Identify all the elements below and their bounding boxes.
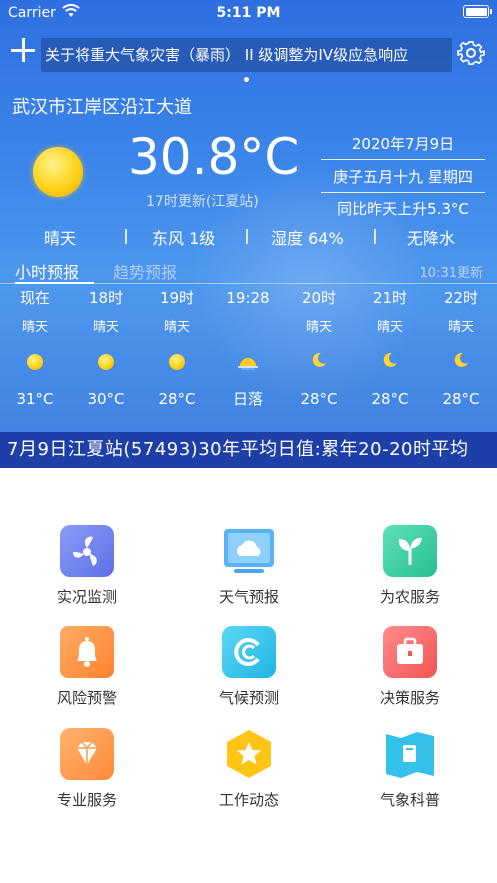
menu-item-risk-warning[interactable]: 风险预警 bbox=[27, 626, 147, 708]
lunar-date: 庚子五月十九 星期四 bbox=[321, 160, 485, 193]
hour-time: 20时 bbox=[301, 289, 337, 307]
hour-weather: 晴天 bbox=[21, 320, 48, 335]
weather-header: Carrier 5:11 PM 关于将重大气象灾害（暴雨） II 级调整为IV级… bbox=[0, 0, 497, 468]
menu-label: 工作动态 bbox=[218, 791, 279, 809]
sprout-icon bbox=[383, 525, 437, 577]
menu-label: 实况监测 bbox=[56, 588, 117, 606]
add-city-button[interactable] bbox=[11, 38, 35, 62]
hour-weather: 晴天 bbox=[163, 320, 190, 335]
sunset-icon bbox=[238, 358, 258, 370]
battery-icon bbox=[463, 5, 492, 18]
hour-temp: 日落 bbox=[232, 390, 263, 408]
hourly-item: 现在 晴天 31°C bbox=[5, 288, 65, 410]
moon-icon bbox=[454, 352, 468, 367]
hour-temp: 28°C bbox=[371, 390, 409, 408]
divider bbox=[246, 229, 248, 244]
hourly-item: 21时 晴天 28°C bbox=[360, 288, 420, 410]
condition-precipitation: 无降水 bbox=[407, 229, 456, 248]
moon-icon bbox=[312, 352, 326, 367]
hour-temp: 28°C bbox=[158, 390, 196, 408]
hour-weather: 晴天 bbox=[305, 320, 332, 335]
menu-item-monitoring[interactable]: 实况监测 bbox=[27, 525, 147, 607]
forecast-tabs: 小时预报 趋势预报 10:31更新 bbox=[0, 257, 497, 285]
divider bbox=[125, 229, 127, 244]
current-temperature: 30.8°C bbox=[128, 128, 300, 186]
hourly-item: 19:28 日落 bbox=[218, 288, 278, 410]
briefcase-icon bbox=[383, 626, 437, 678]
monitor-fan-icon bbox=[60, 525, 114, 577]
menu-label: 决策服务 bbox=[379, 689, 440, 707]
menu-item-science[interactable]: 气象科普 bbox=[350, 728, 470, 810]
tab-trend[interactable]: 趋势预报 bbox=[113, 259, 177, 283]
hour-time: 19时 bbox=[159, 289, 195, 307]
hour-time: 21时 bbox=[372, 289, 408, 307]
menu-label: 专业服务 bbox=[56, 791, 117, 809]
divider bbox=[374, 229, 376, 244]
hour-weather bbox=[218, 314, 278, 336]
climate-ticker[interactable]: 7月9日江夏站(57493)30年平均日值:累年20-20时平均 bbox=[0, 432, 497, 468]
solar-date: 2020年7月9日 bbox=[321, 131, 485, 160]
menu-item-professional[interactable]: 专业服务 bbox=[27, 728, 147, 810]
menu-item-climate[interactable]: 气候预测 bbox=[189, 626, 309, 708]
menu-item-decision[interactable]: 决策服务 bbox=[350, 626, 470, 708]
date-panel: 2020年7月9日 庚子五月十九 星期四 同比昨天上升5.3°C bbox=[321, 131, 485, 221]
tab-hourly[interactable]: 小时预报 bbox=[15, 259, 79, 283]
menu-item-work-news[interactable]: 工作动态 bbox=[189, 728, 309, 810]
menu-label: 为农服务 bbox=[379, 588, 440, 606]
weather-screen-icon bbox=[222, 525, 276, 577]
hour-weather: 晴天 bbox=[376, 320, 403, 335]
divider bbox=[0, 283, 497, 284]
hourly-item: 22时 晴天 28°C bbox=[431, 288, 491, 410]
climate-c-icon bbox=[222, 626, 276, 678]
condition-wind: 东风 1级 bbox=[152, 229, 216, 248]
sun-icon bbox=[169, 354, 185, 370]
hourly-item: 20时 晴天 28°C bbox=[289, 288, 349, 410]
settings-gear-icon[interactable] bbox=[457, 39, 485, 67]
hour-weather: 晴天 bbox=[92, 320, 119, 335]
service-menu-grid: 实况监测 天气预报 为农服务 风险预警 气候预测 决策服务 专业服务 工作动态 … bbox=[0, 468, 497, 883]
hour-temp: 28°C bbox=[300, 390, 338, 408]
menu-label: 气象科普 bbox=[379, 791, 440, 809]
moon-icon bbox=[383, 352, 397, 367]
book-map-icon bbox=[383, 728, 437, 780]
forecast-update-time: 10:31更新 bbox=[419, 266, 483, 281]
hour-time: 18时 bbox=[88, 289, 124, 307]
hour-time: 现在 bbox=[19, 289, 50, 307]
sun-icon bbox=[98, 354, 114, 370]
update-time: 17时更新(江夏站) bbox=[146, 194, 259, 210]
alert-notice-banner[interactable]: 关于将重大气象灾害（暴雨） II 级调整为IV级应急响应 bbox=[41, 38, 452, 72]
hour-weather: 晴天 bbox=[447, 320, 474, 335]
hour-temp: 30°C bbox=[87, 390, 125, 408]
hour-temp: 28°C bbox=[442, 390, 480, 408]
conditions-row: 晴天 东风 1级 湿度 64% 无降水 bbox=[0, 225, 497, 249]
temperature-compare: 同比昨天上升5.3°C bbox=[337, 200, 469, 218]
hour-time: 19:28 bbox=[226, 289, 270, 307]
clock: 5:11 PM bbox=[216, 5, 281, 21]
hour-time: 22时 bbox=[443, 289, 479, 307]
star-hexagon-icon bbox=[222, 728, 276, 780]
sun-icon bbox=[33, 147, 83, 197]
menu-label: 风险预警 bbox=[56, 689, 117, 707]
hourly-forecast: 现在 晴天 31°C 18时 晴天 30°C 19时 晴天 28°C 19:28 bbox=[0, 288, 497, 416]
menu-label: 天气预报 bbox=[218, 588, 279, 606]
condition-humidity: 湿度 64% bbox=[271, 229, 344, 248]
hour-temp: 31°C bbox=[16, 390, 54, 408]
location-label: 武汉市江岸区沿江大道 bbox=[12, 97, 192, 118]
menu-item-agriculture[interactable]: 为农服务 bbox=[350, 525, 470, 607]
hourly-item: 19时 晴天 28°C bbox=[147, 288, 207, 410]
diamond-icon bbox=[60, 728, 114, 780]
status-bar: Carrier 5:11 PM bbox=[0, 0, 497, 26]
menu-item-forecast[interactable]: 天气预报 bbox=[189, 525, 309, 607]
menu-label: 气候预测 bbox=[218, 689, 279, 707]
bell-icon bbox=[60, 626, 114, 678]
condition-weather: 晴天 bbox=[44, 229, 77, 248]
sun-icon bbox=[27, 354, 43, 370]
page-indicator bbox=[244, 77, 249, 82]
hourly-item: 18时 晴天 30°C bbox=[76, 288, 136, 410]
